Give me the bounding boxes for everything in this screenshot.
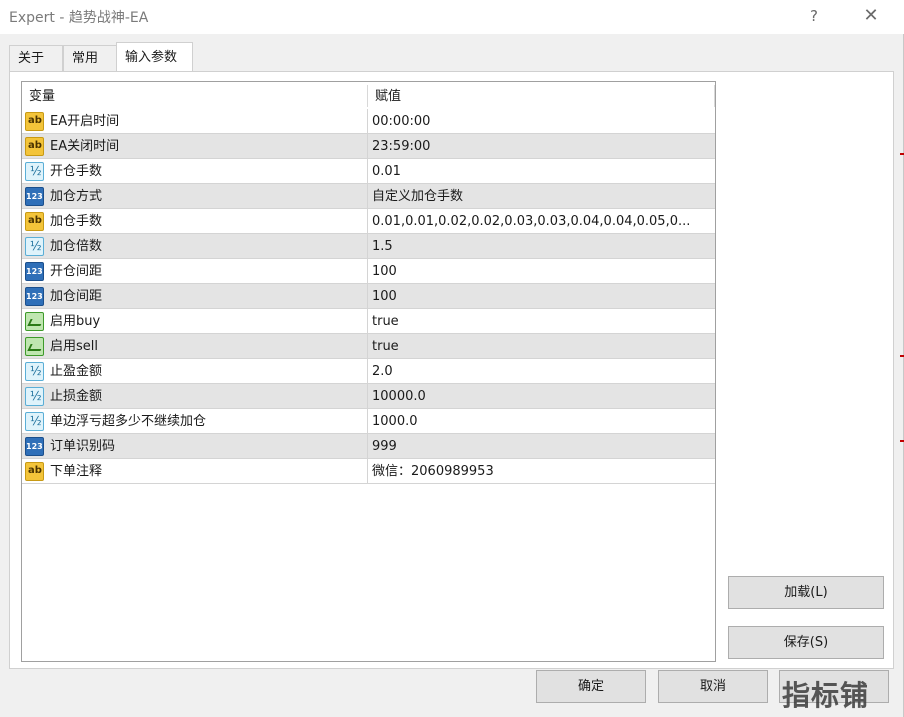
background-chart-mark [900,153,904,155]
parameter-row[interactable]: 止损金额 10000.0 [22,384,715,409]
parameter-name-cell[interactable]: 止损金额 [22,384,368,409]
background-chart-mark [900,440,904,442]
parameter-name-cell[interactable]: 订单识别码 [22,434,368,459]
double-icon [25,412,44,431]
parameter-name: 加仓手数 [50,214,103,229]
parameter-name-cell[interactable]: 加仓方式 [22,184,368,209]
parameter-name-cell[interactable]: 开仓手数 [22,159,368,184]
parameter-name: 下单注释 [50,464,103,479]
expert-dialog: Expert - 趋势战神-EA ? ✕ 关于 常用 输入参数 变量 赋值 EA… [0,0,904,717]
parameter-row[interactable]: 开仓手数 0.01 [22,159,715,184]
parameter-row[interactable]: 加仓倍数 1.5 [22,234,715,259]
save-button[interactable]: 保存(S) [728,626,884,659]
parameter-name: 开仓间距 [50,264,103,279]
parameter-name: EA关闭时间 [50,139,120,154]
parameter-name: 开仓手数 [50,164,103,179]
parameter-row[interactable]: EA开启时间 00:00:00 [22,109,715,134]
parameter-name: 加仓间距 [50,289,103,304]
parameter-name: 止损金额 [50,389,103,404]
parameter-name-cell[interactable]: 启用buy [22,309,368,334]
parameter-row[interactable]: 加仓间距 100 [22,284,715,309]
tab-common[interactable]: 常用 [63,45,117,72]
parameter-value-cell[interactable]: 23:59:00 [368,134,715,159]
parameter-value-cell[interactable]: 微信：2060989953 [368,459,715,484]
enum-int-icon [25,437,44,456]
watermark-logo: 指标铺 [782,679,870,712]
window-title: Expert - 趋势战神-EA [9,10,149,26]
parameter-name-cell[interactable]: 启用sell [22,334,368,359]
parameter-name: 启用buy [50,314,101,329]
column-header-variable[interactable]: 变量 [22,82,368,109]
parameter-name: 加仓倍数 [50,239,103,254]
enum-int-icon [25,187,44,206]
help-icon[interactable]: ? [792,2,836,30]
enum-int-icon [25,287,44,306]
parameter-value-cell[interactable]: true [368,309,715,334]
parameter-row[interactable]: EA关闭时间 23:59:00 [22,134,715,159]
parameter-name: 加仓方式 [50,189,103,204]
parameter-value-cell[interactable]: 10000.0 [368,384,715,409]
parameter-name-cell[interactable]: EA开启时间 [22,109,368,134]
bool-icon [25,312,44,331]
parameter-row[interactable]: 加仓手数 0.01,0.01,0.02,0.02,0.03,0.03,0.04,0… [22,209,715,234]
parameter-value-cell[interactable]: 0.01,0.01,0.02,0.02,0.03,0.03,0.04,0.04,… [368,209,715,234]
parameter-name-cell[interactable]: 下单注释 [22,459,368,484]
parameter-row[interactable]: 单边浮亏超多少不继续加仓 1000.0 [22,409,715,434]
bool-icon [25,337,44,356]
tab-input-parameters[interactable]: 输入参数 [116,42,193,73]
double-icon [25,162,44,181]
title-bar: Expert - 趋势战神-EA ? ✕ [0,0,904,34]
column-header-value[interactable]: 赋值 [368,82,715,109]
parameter-name-cell[interactable]: 加仓倍数 [22,234,368,259]
parameter-value-cell[interactable]: 1000.0 [368,409,715,434]
grid-rows: EA开启时间00:00:00EA关闭时间23:59:00开仓手数0.01加仓方式… [22,109,715,484]
parameter-name: 止盈金额 [50,364,103,379]
parameter-value-cell[interactable]: 自定义加仓手数 [368,184,715,209]
parameter-row[interactable]: 启用sell true [22,334,715,359]
parameter-value-cell[interactable]: 100 [368,259,715,284]
parameter-name-cell[interactable]: 止盈金额 [22,359,368,384]
parameter-name-cell[interactable]: EA关闭时间 [22,134,368,159]
column-divider[interactable] [714,85,715,107]
cancel-button[interactable]: 取消 [658,670,768,703]
string-icon [25,212,44,231]
double-icon [25,362,44,381]
parameter-row[interactable]: 启用buy true [22,309,715,334]
parameters-grid: 变量 赋值 EA开启时间 00:00:00 EA关闭时间 23:59:00 开仓手数 0.… [21,81,716,662]
parameter-value-cell[interactable]: 999 [368,434,715,459]
double-icon [25,237,44,256]
close-icon[interactable]: ✕ [849,2,893,30]
parameter-row[interactable]: 订单识别码 999 [22,434,715,459]
load-button[interactable]: 加载(L) [728,576,884,609]
parameter-name-cell[interactable]: 单边浮亏超多少不继续加仓 [22,409,368,434]
enum-int-icon [25,262,44,281]
parameter-row[interactable]: 下单注释 微信：2060989953 [22,459,715,484]
string-icon [25,137,44,156]
parameter-name-cell[interactable]: 加仓手数 [22,209,368,234]
parameter-row[interactable]: 加仓方式 自定义加仓手数 [22,184,715,209]
parameter-name: 订单识别码 [50,439,116,454]
parameter-name: EA开启时间 [50,114,120,129]
parameter-value-cell[interactable]: 0.01 [368,159,715,184]
parameter-name: 单边浮亏超多少不继续加仓 [50,414,207,429]
background-chart-mark [900,355,904,357]
parameter-name: 启用sell [50,339,98,354]
parameter-value-cell[interactable]: true [368,334,715,359]
grid-header: 变量 赋值 [22,82,715,109]
double-icon [25,387,44,406]
string-icon [25,462,44,481]
string-icon [25,112,44,131]
parameter-name-cell[interactable]: 加仓间距 [22,284,368,309]
parameter-value-cell[interactable]: 00:00:00 [368,109,715,134]
parameter-value-cell[interactable]: 100 [368,284,715,309]
parameter-row[interactable]: 开仓间距 100 [22,259,715,284]
ok-button[interactable]: 确定 [536,670,646,703]
parameter-name-cell[interactable]: 开仓间距 [22,259,368,284]
parameter-value-cell[interactable]: 2.0 [368,359,715,384]
parameter-value-cell[interactable]: 1.5 [368,234,715,259]
parameter-row[interactable]: 止盈金额 2.0 [22,359,715,384]
tab-about[interactable]: 关于 [9,45,63,72]
